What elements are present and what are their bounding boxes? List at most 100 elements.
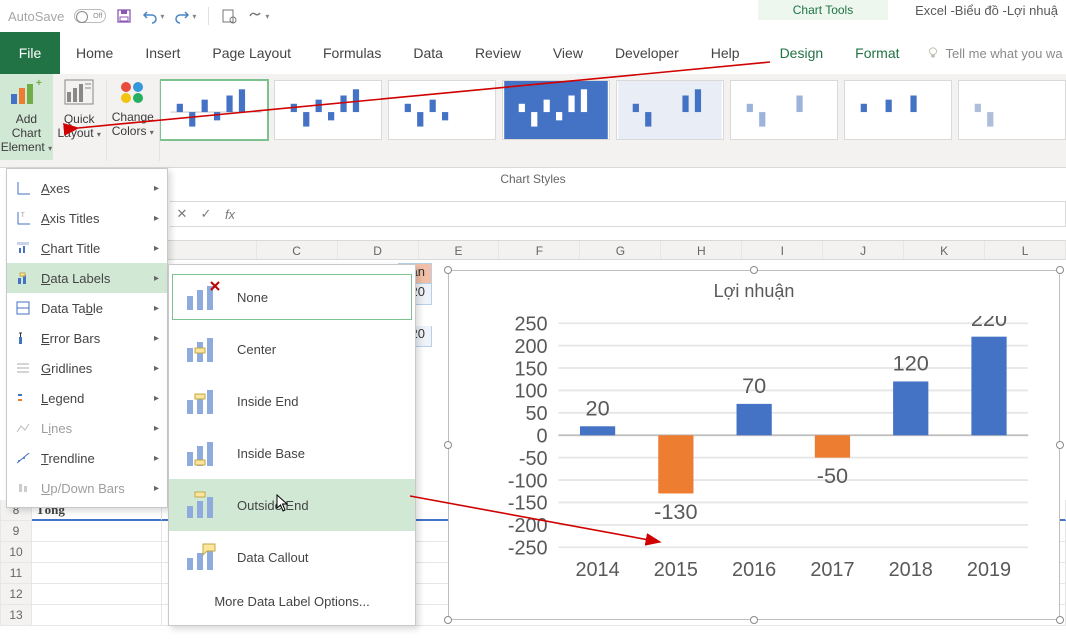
col-F[interactable]: F	[499, 241, 580, 259]
resize-handle[interactable]	[444, 616, 452, 624]
svg-text:200: 200	[514, 336, 547, 358]
more-data-label-options[interactable]: More Data Label Options...	[169, 583, 415, 619]
col-E[interactable]: E	[419, 241, 500, 259]
data-labels-none[interactable]: None	[169, 271, 415, 323]
svg-text:2016: 2016	[732, 559, 776, 581]
chart-tools-contextual-tab: Chart Tools	[758, 0, 888, 20]
col-G[interactable]: G	[580, 241, 661, 259]
menu-data-table[interactable]: Data Table▸	[7, 293, 167, 323]
save-icon[interactable]	[116, 8, 132, 24]
menu-axes[interactable]: Axes▸	[7, 173, 167, 203]
resize-handle[interactable]	[1056, 441, 1064, 449]
menu-up-down-bars: Up/Down Bars▸	[7, 473, 167, 503]
svg-text:50: 50	[525, 403, 547, 425]
svg-text:70: 70	[742, 373, 766, 398]
chart-style-5[interactable]	[616, 80, 724, 140]
tab-insert[interactable]: Insert	[129, 32, 196, 74]
col-D[interactable]: D	[338, 241, 419, 259]
column-headers: C D E F G H I J K L	[32, 240, 1066, 260]
formula-cancel-button[interactable]: ✕	[170, 206, 194, 222]
workbook-title: Excel -Biểu đồ -Lợi nhuậ	[907, 0, 1066, 20]
tab-developer[interactable]: Developer	[599, 32, 695, 74]
menu-trendline[interactable]: Trendline▸	[7, 443, 167, 473]
data-labels-data-callout[interactable]: Data Callout	[169, 531, 415, 583]
row-12[interactable]: 12	[0, 584, 32, 605]
col-H[interactable]: H	[661, 241, 742, 259]
chart-style-8[interactable]	[958, 80, 1066, 140]
autosave-toggle[interactable]: Off	[74, 9, 106, 23]
menu-lines: Lines▸	[7, 413, 167, 443]
row-10[interactable]: 10	[0, 542, 32, 563]
tab-formulas[interactable]: Formulas	[307, 32, 397, 74]
ribbon: + Add Chart Element ▾ Quick Layout ▾ Cha…	[0, 74, 1066, 168]
tab-file[interactable]: File	[0, 32, 60, 74]
data-labels-submenu: None Center Inside End Inside Base Outsi…	[168, 264, 416, 626]
col-J[interactable]: J	[823, 241, 904, 259]
chart-plot-area[interactable]: -250-200-150-100-50050100150200250202014…	[497, 316, 1039, 587]
menu-chart-title[interactable]: Chart Title▸	[7, 233, 167, 263]
resize-handle[interactable]	[750, 266, 758, 274]
tab-data[interactable]: Data	[397, 32, 459, 74]
tab-help[interactable]: Help	[695, 32, 756, 74]
row-11[interactable]: 11	[0, 563, 32, 584]
menu-data-labels[interactable]: Data Labels▸	[7, 263, 167, 293]
svg-text:2014: 2014	[575, 559, 619, 581]
chart-title[interactable]: Lợi nhuận	[449, 271, 1059, 306]
mouse-cursor-icon	[276, 494, 292, 517]
chart-style-3[interactable]	[388, 80, 496, 140]
tab-view[interactable]: View	[537, 32, 599, 74]
tell-me-search[interactable]: Tell me what you wa	[926, 32, 1063, 74]
formula-enter-button[interactable]: ✓	[194, 206, 218, 222]
svg-text:+: +	[36, 78, 42, 89]
data-labels-inside-base[interactable]: Inside Base	[169, 427, 415, 479]
chart-styles-gallery[interactable]	[160, 74, 1066, 167]
svg-text:2019: 2019	[967, 559, 1011, 581]
svg-text:150: 150	[514, 358, 547, 380]
resize-handle[interactable]	[750, 616, 758, 624]
col-L[interactable]: L	[985, 241, 1066, 259]
tab-review[interactable]: Review	[459, 32, 537, 74]
chart-style-2[interactable]	[274, 80, 382, 140]
tab-format[interactable]: Format	[839, 32, 915, 74]
autosave-label: AutoSave	[8, 9, 64, 24]
svg-text:20: 20	[586, 395, 610, 420]
svg-text:-250: -250	[508, 537, 548, 559]
chart-object[interactable]: Lợi nhuận -250-200-150-100-5005010015020…	[448, 270, 1060, 620]
svg-text:-50: -50	[519, 448, 548, 470]
chart-style-6[interactable]	[730, 80, 838, 140]
chart-style-1[interactable]	[160, 80, 268, 140]
tab-home[interactable]: Home	[60, 32, 129, 74]
svg-text:120: 120	[893, 351, 929, 376]
undo-button[interactable]: ▾	[142, 8, 164, 24]
resize-handle[interactable]	[1056, 616, 1064, 624]
resize-handle[interactable]	[1056, 266, 1064, 274]
menu-gridlines[interactable]: Gridlines▸	[7, 353, 167, 383]
redo-button[interactable]: ▾	[174, 8, 196, 24]
col-C[interactable]: C	[257, 241, 338, 259]
svg-text:-50: -50	[817, 463, 848, 488]
resize-handle[interactable]	[444, 266, 452, 274]
chart-style-7[interactable]	[844, 80, 952, 140]
fx-button[interactable]: fx	[218, 207, 242, 222]
row-9[interactable]: 9	[0, 521, 32, 542]
tab-design[interactable]: Design	[764, 32, 840, 74]
resize-handle[interactable]	[444, 441, 452, 449]
data-labels-center[interactable]: Center	[169, 323, 415, 375]
svg-text:250: 250	[514, 316, 547, 335]
quick-layout-button[interactable]: Quick Layout ▾	[53, 74, 106, 160]
tab-page-layout[interactable]: Page Layout	[196, 32, 307, 74]
chart-style-4[interactable]	[502, 80, 610, 140]
add-chart-element-button[interactable]: + Add Chart Element ▾	[0, 74, 53, 160]
row-13[interactable]: 13	[0, 605, 32, 626]
svg-text:T: T	[21, 213, 25, 219]
col-I[interactable]: I	[742, 241, 823, 259]
col-K[interactable]: K	[904, 241, 985, 259]
print-preview-icon[interactable]	[221, 8, 237, 24]
menu-error-bars[interactable]: Error Bars▸	[7, 323, 167, 353]
data-labels-inside-end[interactable]: Inside End	[169, 375, 415, 427]
change-colors-button[interactable]: Change Colors ▾	[106, 74, 159, 160]
touch-mode-icon[interactable]: ▾	[247, 8, 269, 24]
menu-axis-titles[interactable]: TAxis Titles▸	[7, 203, 167, 233]
menu-legend[interactable]: Legend▸	[7, 383, 167, 413]
data-labels-outside-end[interactable]: Outside End	[169, 479, 415, 531]
